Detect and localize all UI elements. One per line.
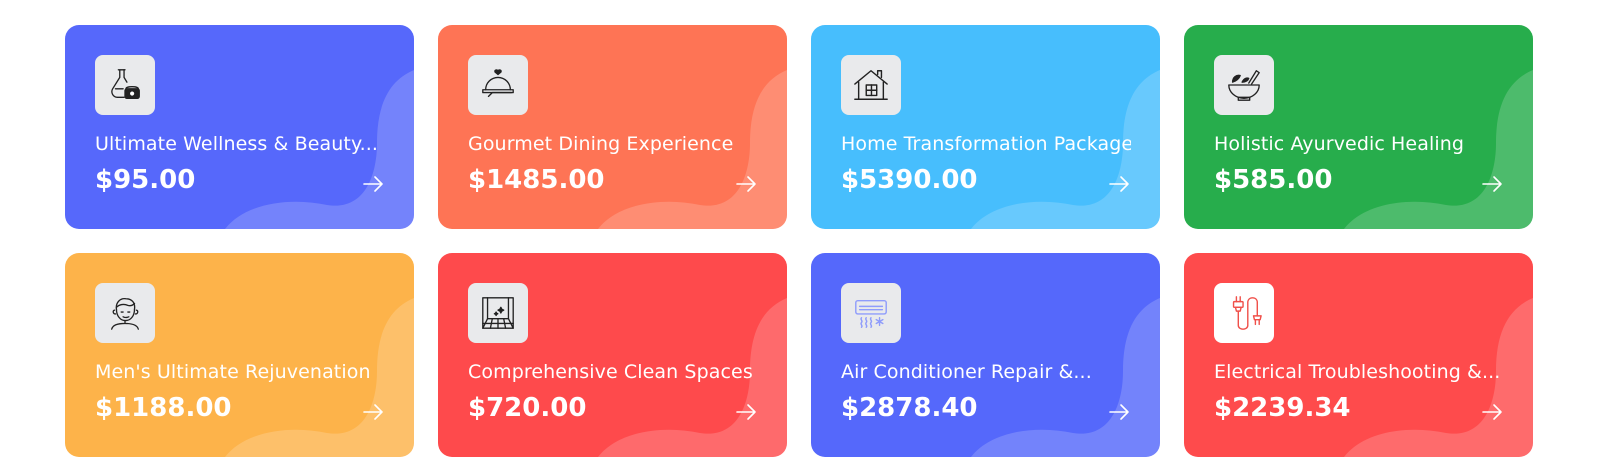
service-price: $2878.40 — [841, 393, 978, 423]
service-price: $5390.00 — [841, 165, 978, 195]
service-icon-box — [1214, 283, 1274, 343]
service-card[interactable]: Home Transformation Package $5390.00 — [811, 25, 1160, 229]
service-title: Holistic Ayurvedic Healing — [1214, 133, 1465, 155]
service-icon-box — [468, 283, 528, 343]
service-card[interactable]: Electrical Troubleshooting &... $2239.34 — [1184, 253, 1533, 457]
service-title: Comprehensive Clean Spaces — [468, 361, 753, 383]
service-card[interactable]: Gourmet Dining Experience $1485.00 — [438, 25, 787, 229]
service-title: Air Conditioner Repair &... — [841, 361, 1092, 383]
service-price: $2239.34 — [1214, 393, 1351, 423]
service-price: $1485.00 — [468, 165, 605, 195]
service-card[interactable]: Men's Ultimate Rejuvenation $1188.00 — [65, 253, 414, 457]
man-face-icon — [111, 297, 139, 330]
arrow-right-icon[interactable] — [362, 401, 384, 423]
service-icon-box — [95, 55, 155, 115]
arrow-right-icon[interactable] — [735, 173, 757, 195]
service-icon-box — [95, 283, 155, 343]
service-card-grid: Ultimate Wellness & Beauty... $95.00 Gou… — [65, 25, 1533, 457]
arrow-right-icon[interactable] — [1108, 173, 1130, 195]
mortar-pestle-icon — [1228, 70, 1260, 101]
service-card[interactable]: Ultimate Wellness & Beauty... $95.00 — [65, 25, 414, 229]
service-price: $1188.00 — [95, 393, 232, 423]
service-icon-box — [1214, 55, 1274, 115]
service-price: $585.00 — [1214, 165, 1333, 195]
service-icon-box — [841, 283, 901, 343]
service-card[interactable]: Holistic Ayurvedic Healing $585.00 — [1184, 25, 1533, 229]
service-title: Gourmet Dining Experience — [468, 133, 734, 155]
arrow-right-icon[interactable] — [1481, 401, 1503, 423]
arrow-right-icon[interactable] — [735, 401, 757, 423]
service-price: $720.00 — [468, 393, 587, 423]
arrow-right-icon[interactable] — [1108, 401, 1130, 423]
arrow-right-icon[interactable] — [362, 173, 384, 195]
electric-cable-icon — [1232, 296, 1262, 330]
service-icon-box — [468, 55, 528, 115]
house-icon — [854, 70, 888, 100]
service-card[interactable]: Comprehensive Clean Spaces $720.00 — [438, 253, 787, 457]
clean-floor-icon — [482, 297, 514, 329]
air-conditioner-icon — [855, 299, 887, 328]
service-title: Home Transformation Package — [841, 133, 1131, 155]
arrow-right-icon[interactable] — [1481, 173, 1503, 195]
service-icon-box — [841, 55, 901, 115]
service-title: Men's Ultimate Rejuvenation — [95, 361, 371, 383]
service-card[interactable]: Air Conditioner Repair &... $2878.40 — [811, 253, 1160, 457]
serving-cloche-icon — [482, 69, 514, 98]
service-title: Electrical Troubleshooting &... — [1214, 361, 1501, 383]
service-title: Ultimate Wellness & Beauty... — [95, 133, 379, 155]
service-price: $95.00 — [95, 165, 196, 195]
spa-flask-icon — [111, 69, 140, 99]
